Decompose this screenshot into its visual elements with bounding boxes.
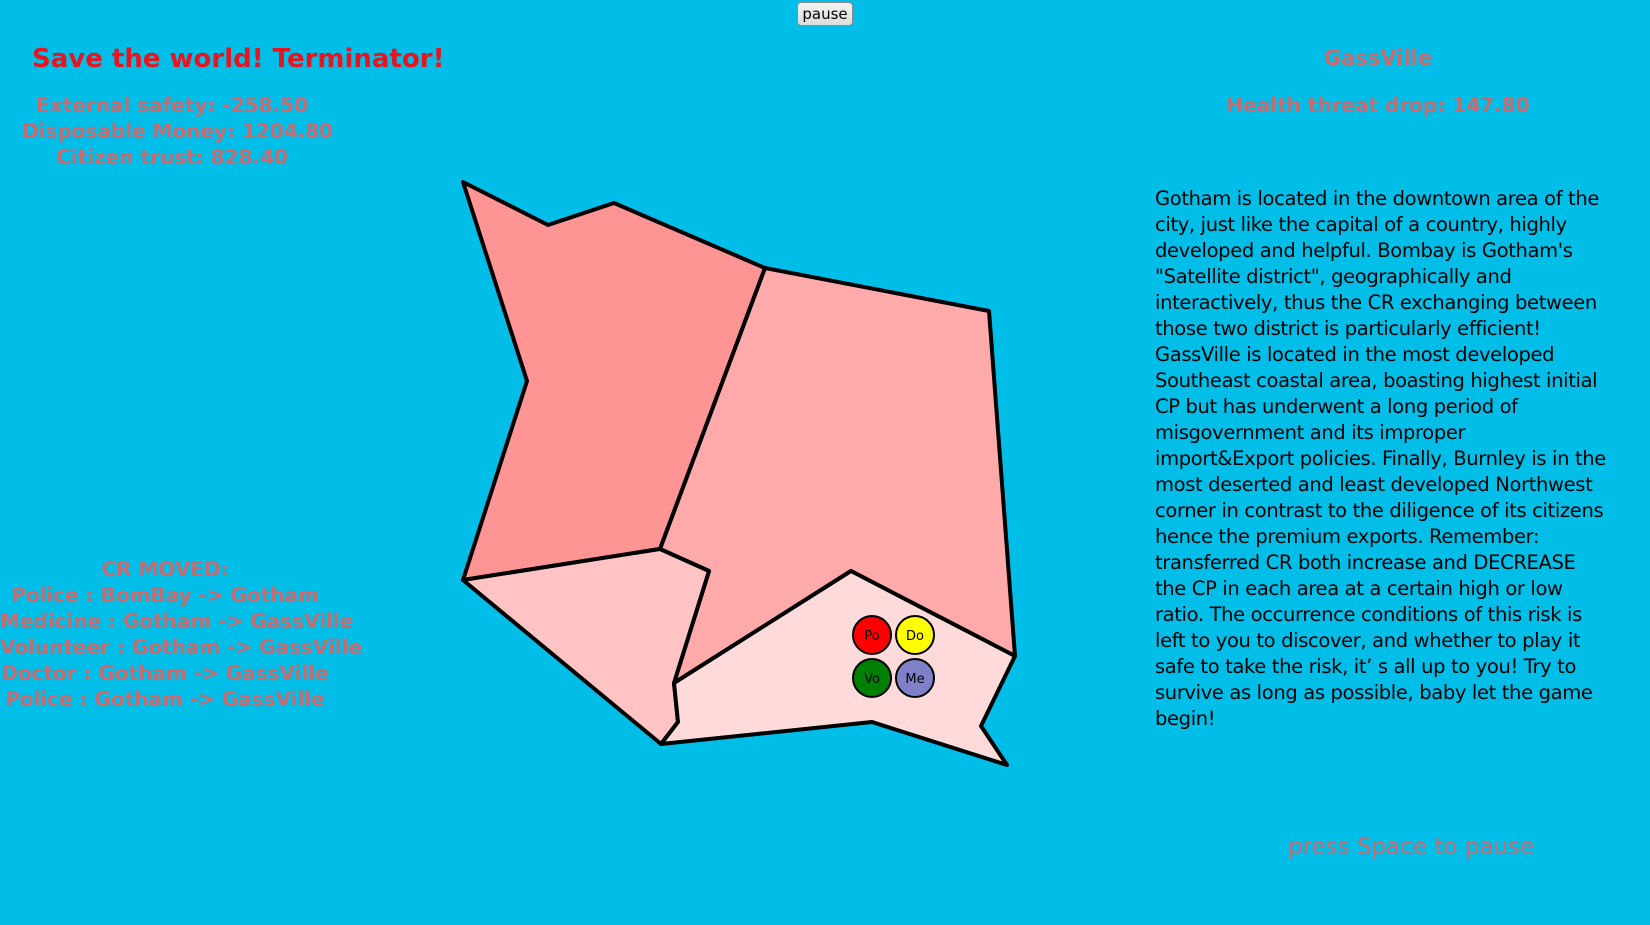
- police-token-label: Po: [864, 629, 879, 644]
- region-southwest[interactable]: [461, 547, 711, 746]
- pause-hint: press Space to pause: [1288, 834, 1535, 860]
- doctor-token-label: Do: [906, 629, 924, 644]
- medicine-token-label: Me: [905, 672, 924, 687]
- game-stage: pause Save the world! Terminator! Extern…: [0, 0, 1650, 925]
- game-description: Gotham is located in the downtown area o…: [1155, 187, 1606, 730]
- volunteer-token-label: Vo: [864, 672, 880, 687]
